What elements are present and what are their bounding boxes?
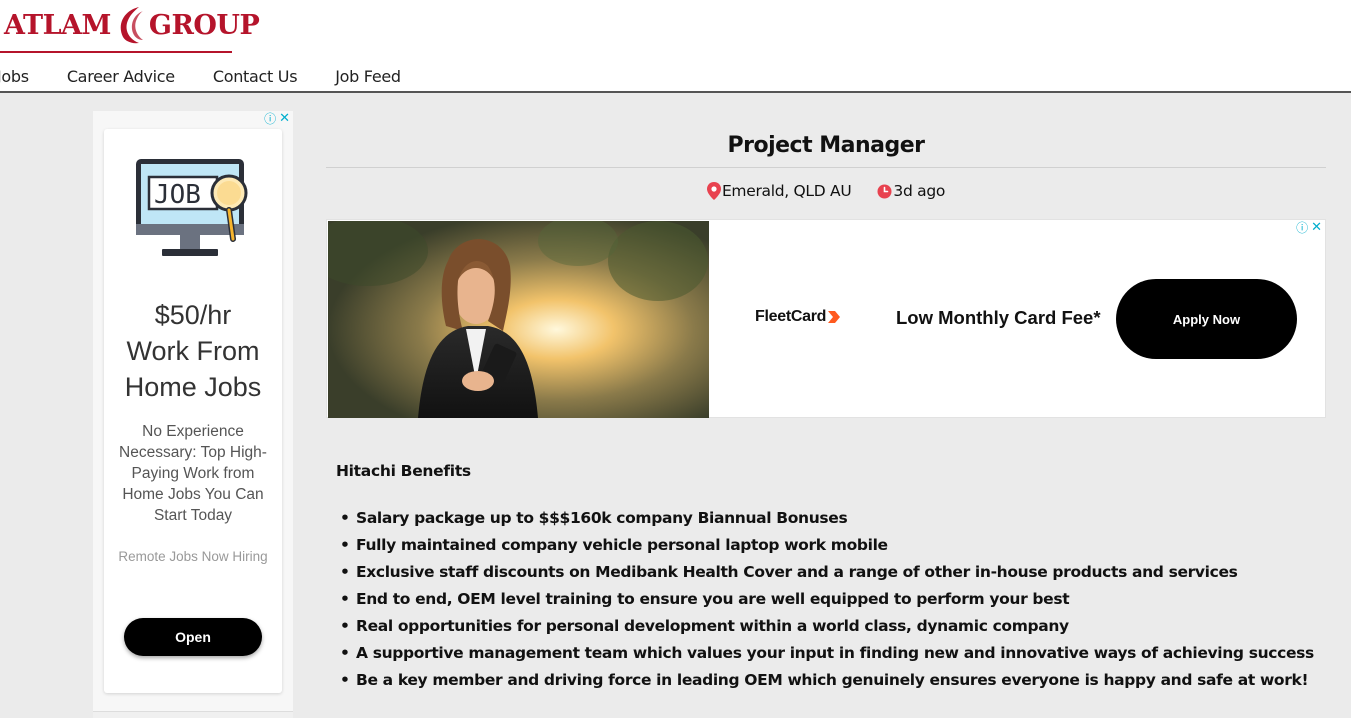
job-location-text: Emerald, QLD AU: [721, 182, 852, 200]
list-item-text: Exclusive staff discounts on Medibank He…: [356, 563, 1238, 581]
job-location: Emerald, QLD AU: [706, 182, 852, 200]
fleetcard-arrow-icon: [828, 311, 841, 323]
clock-icon: [877, 184, 892, 198]
section-heading: Hitachi Benefits: [336, 462, 471, 480]
apply-now-button[interactable]: Apply Now: [1116, 279, 1297, 359]
list-item-text: A supportive management team which value…: [356, 644, 1314, 662]
nav-item-jobs[interactable]: Jobs: [0, 67, 29, 89]
left-ad-card[interactable]: JOB $50/hr Work From Home Jobs No Experi…: [104, 129, 282, 693]
list-item-text: End to end, OEM level training to ensure…: [356, 590, 1070, 608]
nav-item-job-feed[interactable]: Job Feed: [335, 67, 401, 89]
bullet-icon: •: [340, 563, 350, 581]
logo-swoosh-icon: [120, 7, 143, 44]
nav-item-career-advice[interactable]: Career Advice: [67, 67, 175, 89]
logo-text-left: ATLAM: [4, 9, 111, 41]
ad-headline-line: $50/hr: [154, 300, 232, 330]
left-ad: ⓘ ✕ JOB $50/hr Work From Home Jobs No Ex…: [93, 111, 293, 711]
bullet-icon: •: [340, 671, 350, 689]
list-item: • End to end, OEM level training to ensur…: [336, 586, 1326, 613]
info-icon[interactable]: ⓘ: [264, 112, 276, 126]
list-item: • Salary package up to $$$160k company Bi…: [336, 505, 1326, 532]
bullet-icon: •: [340, 536, 350, 554]
list-item-text: Real opportunities for personal developm…: [356, 617, 1069, 635]
ad-controls: ⓘ ✕: [264, 112, 290, 127]
bullet-icon: •: [340, 617, 350, 635]
bullet-icon: •: [340, 590, 350, 608]
list-item-text: Salary package up to $$$160k company Bia…: [356, 509, 848, 527]
list-item-text: Fully maintained company vehicle persona…: [356, 536, 888, 554]
banner-ad[interactable]: FleetCard Low Monthly Card Fee* Apply No…: [326, 219, 1326, 418]
fleetcard-logo-text: FleetCard: [755, 308, 827, 325]
list-item: • Fully maintained company vehicle person…: [336, 532, 1326, 559]
ad-source: Remote Jobs Now Hiring: [118, 549, 268, 564]
left-ad-bottom-edge: [93, 711, 293, 718]
ad-headline-line: Work From: [126, 336, 260, 366]
nav-item-contact-us[interactable]: Contact Us: [213, 67, 298, 89]
banner-photo-woman-with-phone: [328, 221, 709, 418]
location-pin-icon: [706, 182, 721, 200]
bullet-icon: •: [340, 509, 350, 527]
close-icon[interactable]: ✕: [279, 112, 290, 126]
ad-body-text: No Experience Necessary: Top High-Paying…: [119, 423, 267, 524]
job-posted: 3d ago: [877, 182, 945, 200]
logo-underline: [0, 51, 232, 53]
ad-headline-line: Home Jobs: [124, 372, 262, 402]
list-item: • Exclusive staff discounts on Medibank H…: [336, 559, 1326, 586]
main-nav: Jobs Career Advice Contact Us Job Feed: [0, 67, 439, 89]
close-icon[interactable]: ✕: [1311, 221, 1322, 235]
job-monitor-illustration: JOB: [136, 159, 248, 256]
list-item: • Real opportunities for personal develop…: [336, 613, 1326, 640]
illustration-job-text: JOB: [154, 180, 201, 210]
ad-headline: $50/hr Work From Home Jobs: [104, 297, 282, 405]
site-header: ATLAM GROUP Jobs Career Advice Contact U…: [0, 0, 1351, 93]
job-meta: Emerald, QLD AU 3d ago: [326, 182, 1326, 200]
benefits-list: • Salary package up to $$$160k company Bi…: [336, 505, 1326, 694]
list-item: • Be a key member and driving force in le…: [336, 667, 1326, 694]
banner-ad-controls: ⓘ ✕: [1296, 221, 1322, 236]
list-item-text: Be a key member and driving force in lea…: [356, 671, 1309, 689]
job-posted-text: 3d ago: [893, 182, 946, 200]
ad-open-button[interactable]: Open: [124, 618, 262, 656]
logo-text-right: GROUP: [148, 9, 260, 41]
info-icon[interactable]: ⓘ: [1296, 221, 1308, 235]
brand-logo[interactable]: ATLAM GROUP: [4, 5, 260, 45]
banner-tagline: Low Monthly Card Fee*: [896, 307, 1101, 328]
title-divider: [326, 167, 1326, 168]
job-title: Project Manager: [727, 133, 925, 158]
bullet-icon: •: [340, 644, 350, 662]
fleetcard-logo: FleetCard: [755, 308, 841, 326]
list-item: • A supportive management team which valu…: [336, 640, 1326, 667]
